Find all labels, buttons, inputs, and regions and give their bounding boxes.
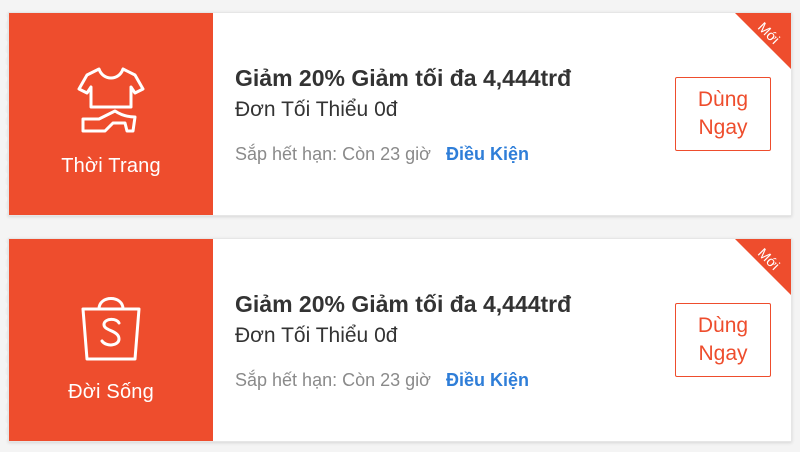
voucher-details: Giảm 20% Giảm tối đa 4,444trđ Đơn Tối Th… — [235, 65, 631, 165]
voucher-category-panel: Thời Trang — [3, 13, 213, 215]
new-badge-label: Mới — [754, 244, 784, 274]
voucher-min-spend: Đơn Tối Thiểu 0đ — [235, 98, 398, 121]
voucher-min-spend: Đơn Tối Thiểu 0đ — [235, 324, 398, 347]
use-now-button[interactable]: Dùng Ngay — [675, 303, 771, 377]
voucher-category-label: Đời Sống — [68, 381, 154, 403]
voucher-meta: Sắp hết hạn: Còn 23 giờ Điều Kiện — [235, 370, 631, 391]
voucher-title: Giảm 20% Giảm tối đa 4,444trđ — [235, 65, 572, 91]
fashion-clothes-shoe-icon — [77, 67, 145, 133]
voucher-meta: Sắp hết hạn: Còn 23 giờ Điều Kiện — [235, 144, 631, 165]
voucher-card-fashion: Thời Trang Giảm 20% Giảm tối đa 4,444trđ… — [3, 12, 792, 216]
voucher-category-label: Thời Trang — [61, 155, 161, 177]
use-now-button[interactable]: Dùng Ngay — [675, 77, 771, 151]
voucher-expiry: Sắp hết hạn: Còn 23 giờ — [235, 370, 431, 390]
terms-link[interactable]: Điều Kiện — [446, 144, 529, 164]
shopping-bag-s-icon — [81, 297, 141, 361]
voucher-title: Giảm 20% Giảm tối đa 4,444trđ — [235, 291, 572, 317]
terms-link[interactable]: Điều Kiện — [446, 370, 529, 390]
new-badge-label: Mới — [754, 18, 784, 48]
voucher-list: Thời Trang Giảm 20% Giảm tối đa 4,444trđ… — [0, 0, 800, 452]
voucher-expiry: Sắp hết hạn: Còn 23 giờ — [235, 144, 431, 164]
new-badge: Mới — [735, 13, 791, 69]
new-badge: Mới — [735, 239, 791, 295]
voucher-details: Giảm 20% Giảm tối đa 4,444trđ Đơn Tối Th… — [235, 291, 631, 391]
voucher-card-lifestyle: Đời Sống Giảm 20% Giảm tối đa 4,444trđ Đ… — [3, 238, 792, 442]
voucher-category-panel: Đời Sống — [3, 239, 213, 441]
